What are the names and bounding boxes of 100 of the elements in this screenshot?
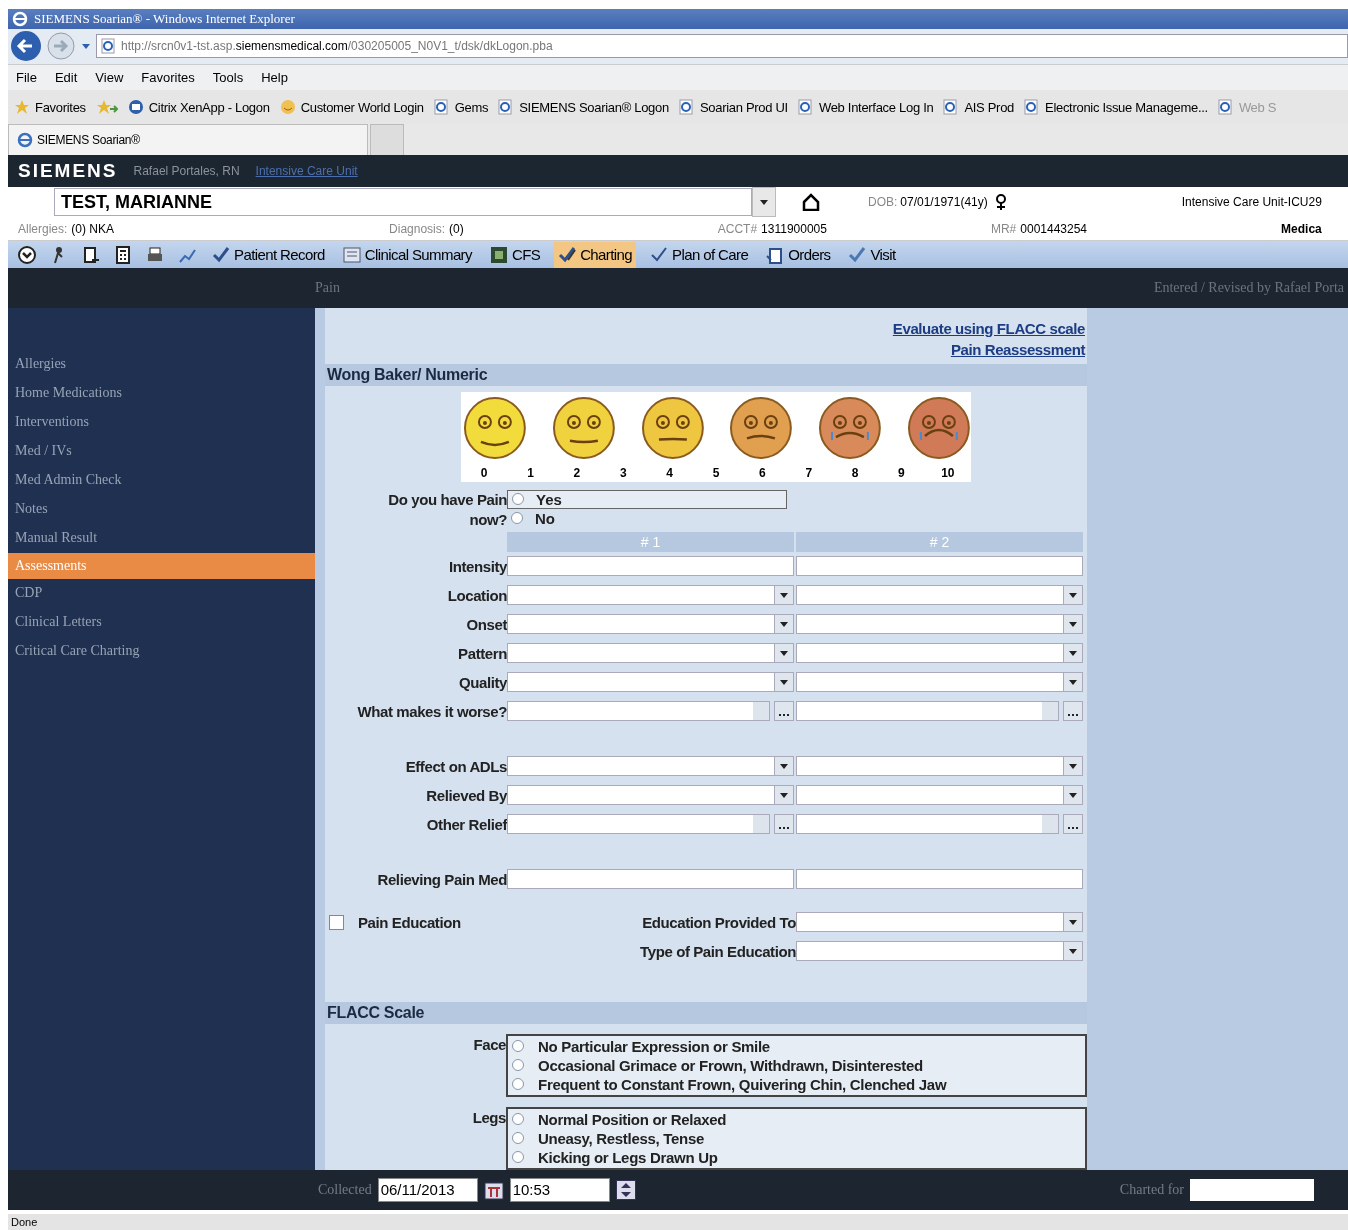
checkbox-option[interactable]: Pain Education <box>325 912 507 932</box>
menu-item[interactable]: Tools <box>212 70 244 86</box>
dropdown-field[interactable] <box>796 643 1083 664</box>
mrn-label: MR# <box>990 221 1017 236</box>
summary-icon <box>342 245 361 264</box>
toolbar-tab[interactable]: Orders <box>762 241 835 268</box>
form-link[interactable]: Pain Reassessment <box>950 340 1085 358</box>
dropdown-field[interactable] <box>796 912 1083 933</box>
ellipsis-icon[interactable] <box>1063 814 1083 835</box>
favorites-button[interactable]: Favorites <box>14 99 86 116</box>
toolbar-tab[interactable]: Clinical Summary <box>338 241 476 268</box>
page-icon <box>498 99 515 116</box>
radio-button[interactable] <box>512 493 524 506</box>
lookup-field[interactable] <box>796 814 1059 835</box>
bookmark-link[interactable]: Citrix XenApp - Logon <box>127 99 270 116</box>
radio-option[interactable]: Normal Position or Relaxed <box>508 1109 731 1129</box>
text-field[interactable] <box>507 869 794 890</box>
toolbar-tab[interactable]: CFS <box>485 241 545 268</box>
dropdown-field[interactable] <box>796 585 1083 606</box>
text-field[interactable] <box>507 556 794 577</box>
time-field[interactable]: 10:53 <box>509 1177 610 1202</box>
ellipsis-icon[interactable] <box>774 701 794 722</box>
radio-option[interactable]: No <box>507 508 787 528</box>
menu-item[interactable]: File <box>16 70 37 86</box>
text-field[interactable] <box>796 556 1083 577</box>
bookmark-link[interactable]: Gems <box>433 99 489 116</box>
calendar-icon[interactable] <box>483 1179 504 1200</box>
menu-item[interactable]: Favorites <box>141 70 195 86</box>
sidebar-item[interactable]: Med Admin Check <box>8 465 315 495</box>
sidebar-item[interactable]: Interventions <box>8 407 315 437</box>
dropdown-field[interactable] <box>507 614 794 635</box>
radio-button[interactable] <box>512 1078 525 1091</box>
radio-option[interactable]: Frequent to Constant Frown, Quivering Chin, Clenched Jaw <box>508 1074 951 1094</box>
bookmark-link[interactable]: Customer World Login <box>279 99 424 116</box>
checkbox[interactable] <box>329 914 344 930</box>
ellipsis-icon[interactable] <box>1063 701 1083 722</box>
bookmark-link[interactable]: AIS Prod <box>943 99 1014 116</box>
date-field[interactable]: 06/11/2013 <box>377 1177 478 1202</box>
charted-for-field[interactable] <box>1190 1178 1314 1201</box>
radio-option[interactable]: Yes <box>507 489 787 509</box>
sidebar-item[interactable]: Clinical Letters <box>8 607 315 637</box>
new-tab-button[interactable] <box>370 124 404 155</box>
toolbar-tab[interactable]: Plan of Care <box>646 241 753 268</box>
menu-item[interactable]: Edit <box>54 70 78 86</box>
bookmark-link[interactable]: Electronic Issue Manageme... <box>1024 99 1208 116</box>
toolbar-tab[interactable]: Visit <box>844 241 900 268</box>
page-icon <box>678 99 695 116</box>
page-icon <box>1217 99 1234 116</box>
sidebar-item[interactable]: Critical Care Charting <box>8 636 315 666</box>
lookup-field[interactable] <box>796 701 1059 722</box>
sidebar-item[interactable]: Med / IVs <box>8 436 315 466</box>
spinner-icon[interactable] <box>615 1179 636 1200</box>
radio-option[interactable]: No Particular Expression or Smile <box>508 1036 774 1056</box>
form-link[interactable]: Evaluate using FLACC scale <box>892 319 1085 337</box>
lookup-field[interactable] <box>507 814 770 835</box>
radio-button[interactable] <box>512 1113 525 1126</box>
radio-option[interactable]: Uneasy, Restless, Tense <box>508 1128 708 1148</box>
patient-name-field[interactable]: TEST, MARIANNE <box>54 188 752 217</box>
radio-option[interactable]: Kicking or Legs Drawn Up <box>508 1147 722 1167</box>
printer-icon[interactable] <box>146 245 164 264</box>
lookup-field[interactable] <box>507 701 770 722</box>
dropdown-field[interactable] <box>507 585 794 606</box>
address-field[interactable]: http://srcn0v1-tst.asp.siemensmedical.com/030205005_N0V1_t/dsk/dkLogon.pba <box>96 34 1348 59</box>
dropdown-field[interactable] <box>796 756 1083 777</box>
bookmark-link[interactable]: Soarian Prod UI <box>678 99 788 116</box>
dropdown-field[interactable] <box>796 941 1083 962</box>
menu-item[interactable]: View <box>95 70 124 86</box>
dropdown-field[interactable] <box>796 785 1083 806</box>
sidebar-item[interactable]: Manual Result <box>8 523 315 553</box>
add-favorite-icon[interactable] <box>95 99 118 116</box>
dropdown-field[interactable] <box>796 672 1083 693</box>
radio-button[interactable] <box>512 1151 525 1164</box>
field-label: Other Relief <box>425 815 507 833</box>
dropdown-field[interactable] <box>507 672 794 693</box>
toolbar-tab[interactable]: Patient Record <box>208 241 329 268</box>
radio-button[interactable] <box>512 1040 525 1053</box>
sidebar-item[interactable]: CDP <box>8 578 315 608</box>
menu-item[interactable]: Help <box>261 70 288 86</box>
ellipsis-icon[interactable] <box>774 814 794 835</box>
toolbar-tab[interactable]: Charting <box>554 241 637 268</box>
bookmark-link[interactable]: Web Interface Log In <box>797 99 934 116</box>
radio-button[interactable] <box>512 1059 525 1072</box>
document-icon[interactable] <box>82 245 100 264</box>
dropdown-field[interactable] <box>507 785 794 806</box>
sidebar-item[interactable]: Allergies <box>8 349 315 379</box>
radio-button[interactable] <box>511 512 523 525</box>
browser-tab[interactable]: SIEMENS Soarian® <box>8 124 368 155</box>
back-icon[interactable] <box>10 30 42 63</box>
radio-button[interactable] <box>512 1132 525 1145</box>
calculator-icon[interactable] <box>114 245 132 264</box>
dropdown-field[interactable] <box>507 756 794 777</box>
check-icon <box>650 245 669 264</box>
dropdown-field[interactable] <box>796 614 1083 635</box>
sidebar-item[interactable]: Notes <box>8 494 315 524</box>
sidebar-item[interactable]: Home Medications <box>8 378 315 408</box>
dropdown-field[interactable] <box>507 643 794 664</box>
text-field[interactable] <box>796 869 1083 890</box>
dropdown-button[interactable] <box>752 187 776 218</box>
radio-option[interactable]: Occasional Grimace or Frown, Withdrawn, Disinterested <box>508 1055 927 1075</box>
bookmark-link[interactable]: SIEMENS Soarian® Logon <box>498 99 669 116</box>
